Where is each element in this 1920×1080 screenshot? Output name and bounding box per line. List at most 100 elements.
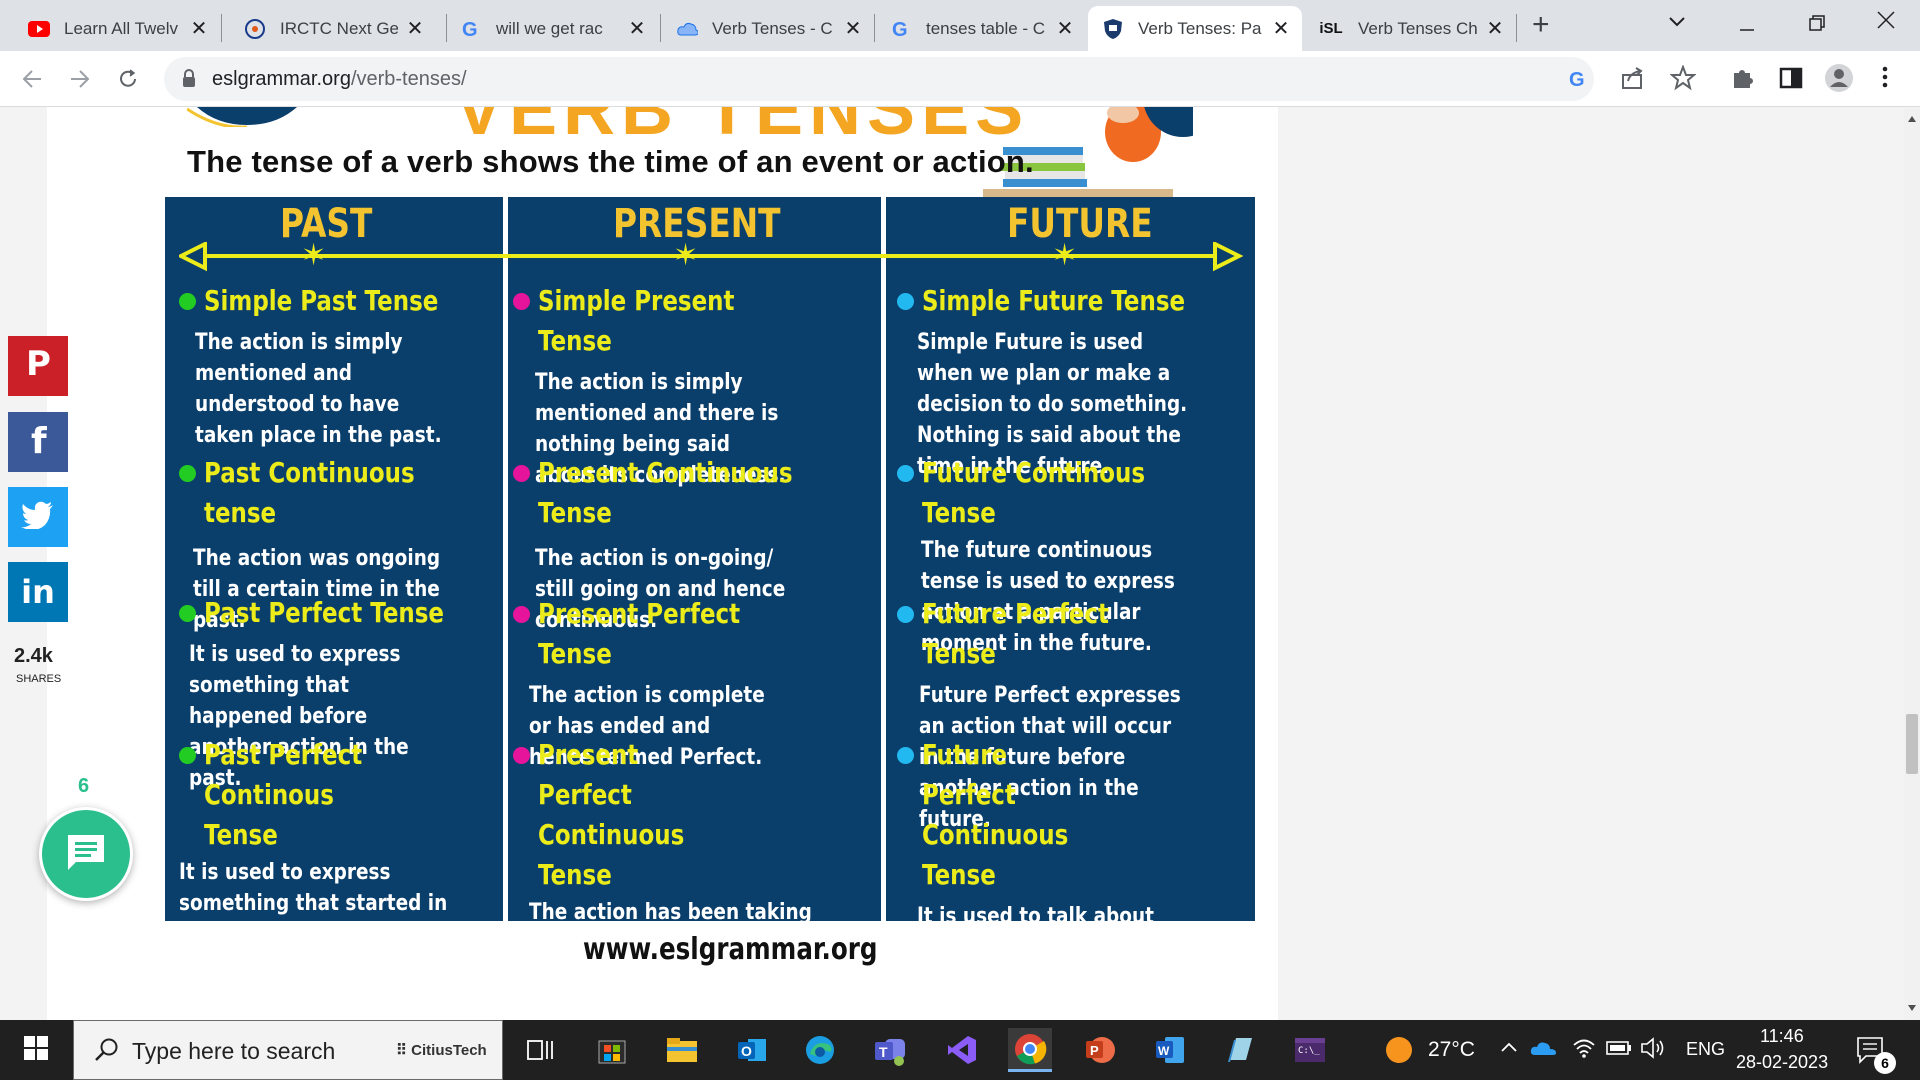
forward-icon[interactable] [64,63,96,95]
tab-title: tenses table - C [926,18,1046,38]
share-count: 2.4k [14,645,53,667]
teams-icon[interactable]: T [868,1028,912,1072]
svg-text:C:\_: C:\_ [1298,1046,1320,1056]
timeline-arrow-left [179,242,207,272]
bookmark-star-icon[interactable] [1669,64,1697,96]
timeline-line [183,254,1238,258]
clock-date[interactable]: 28-02-2023 [1736,1052,1828,1073]
close-window-icon[interactable] [1876,10,1896,36]
share-icon[interactable] [1620,65,1646,96]
address-bar[interactable]: eslgrammar.org/verb-tenses/ G [164,57,1594,101]
chevron-up-icon[interactable] [1500,1040,1518,1058]
close-icon[interactable]: ✕ [842,18,864,40]
timeline-star: ✶ [673,239,699,272]
edge-icon[interactable] [798,1028,842,1072]
close-icon[interactable]: ✕ [1270,18,1292,40]
shield-icon [1102,18,1124,40]
tab-title: will we get rac [496,18,603,38]
close-icon[interactable]: ✕ [1054,18,1076,40]
vertical-scrollbar[interactable] [1904,107,1920,1020]
language-indicator[interactable]: ENG [1686,1039,1725,1060]
infographic-site-url: www.eslgrammar.org [583,932,878,967]
close-icon[interactable]: ✕ [188,18,210,40]
cloud-icon [676,18,698,40]
chrome-taskbar-icon[interactable] [1008,1028,1052,1072]
youtube-icon [28,18,50,40]
reload-icon[interactable] [112,63,144,95]
close-icon[interactable]: ✕ [1484,18,1506,40]
close-icon[interactable]: ✕ [404,18,426,40]
chat-icon [64,832,108,877]
column-heading-past: PAST [280,201,373,247]
back-icon[interactable] [16,63,48,95]
onedrive-icon[interactable] [1530,1038,1558,1063]
terminal-icon[interactable]: C:\_ [1288,1028,1332,1072]
outlook-icon[interactable]: O [730,1028,774,1072]
taskbar-search-box[interactable]: Type here to search ⠿ CitiusTech [73,1020,503,1080]
weather-sun-icon[interactable] [1384,1035,1414,1070]
web-page: VERB TENSES The tense of a verb shows th… [0,107,1920,1020]
article-content: VERB TENSES The tense of a verb shows th… [47,107,1278,1020]
comments-button[interactable] [39,807,133,901]
irctc-icon [244,18,266,40]
wifi-icon[interactable] [1572,1037,1596,1064]
tab-4[interactable]: G tenses table - C ✕ [876,6,1086,51]
clock-time[interactable]: 11:46 [1760,1026,1804,1047]
weather-temp[interactable]: 27°C [1428,1038,1475,1062]
tab-2[interactable]: G will we get rac ✕ [446,6,658,51]
facebook-share-button[interactable]: f [8,412,68,472]
svg-text:W: W [1158,1044,1170,1058]
timeline-star: ✶ [301,239,327,272]
tab-title: Verb Tenses - C [712,18,833,38]
minimize-icon[interactable] [1738,12,1756,38]
tab-3[interactable]: Verb Tenses - C ✕ [662,6,874,51]
tab-1[interactable]: IRCTC Next Ge ✕ [230,6,436,51]
scrollbar-thumb[interactable] [1906,714,1918,774]
notepad-icon[interactable] [1218,1028,1262,1072]
infographic-subtitle: The tense of a verb shows the time of an… [187,144,1034,179]
microsoft-store-icon[interactable] [590,1028,634,1072]
twitter-icon [21,501,55,534]
word-icon[interactable]: W [1148,1028,1192,1072]
scroll-up-icon[interactable] [1907,115,1917,123]
tab-0[interactable]: Learn All Twelv ✕ [14,6,220,51]
lock-icon[interactable] [180,68,198,93]
browser-toolbar: eslgrammar.org/verb-tenses/ G [0,51,1920,107]
tenses-board: PAST PRESENT FUTURE ✶ ✶ ✶ Simple Past Te… [165,197,1255,1020]
tab-5-active[interactable]: Verb Tenses: Pa ✕ [1088,6,1302,51]
menu-kebab-icon[interactable] [1880,65,1890,94]
start-button[interactable] [0,1020,72,1080]
badge-graphic [187,107,297,127]
search-icon [94,1037,120,1068]
powerpoint-icon[interactable]: P [1078,1028,1122,1072]
verb-tenses-infographic: VERB TENSES The tense of a verb shows th… [165,107,1255,1020]
tab-title: Learn All Twelv [64,18,179,38]
extensions-puzzle-icon[interactable] [1730,65,1756,96]
task-view-icon[interactable] [518,1028,562,1072]
profile-avatar-icon[interactable] [1824,63,1854,98]
svg-text:G: G [462,19,478,40]
tab-6[interactable]: iSL Verb Tenses Ch ✕ [1304,6,1516,51]
google-lens-icon[interactable]: G [1566,67,1590,96]
tense-simple-future: Simple Future Tense Simple Future is use… [897,281,1247,482]
side-panel-icon[interactable] [1778,65,1804,96]
restore-icon[interactable] [1808,12,1826,38]
visual-studio-icon[interactable] [940,1028,984,1072]
file-explorer-icon[interactable] [660,1028,704,1072]
google-icon: G [460,18,482,40]
scroll-down-icon[interactable] [1907,1004,1917,1012]
twitter-share-button[interactable] [8,487,68,547]
close-icon[interactable]: ✕ [626,18,648,40]
battery-icon[interactable] [1606,1040,1632,1061]
isl-icon: iSL [1319,20,1343,37]
facebook-icon: f [27,421,49,462]
pinterest-share-button[interactable]: P [8,336,68,396]
windows-taskbar: Type here to search ⠿ CitiusTech O T P W… [0,1020,1920,1080]
windows-logo-icon [24,1035,48,1065]
linkedin-share-button[interactable]: in [8,562,68,622]
volume-icon[interactable] [1640,1036,1666,1065]
new-tab-plus-icon[interactable]: + [1532,10,1550,40]
tab-search-chevron-icon[interactable] [1668,8,1686,34]
search-placeholder: Type here to search [132,1038,336,1064]
timeline-star: ✶ [1052,239,1078,272]
